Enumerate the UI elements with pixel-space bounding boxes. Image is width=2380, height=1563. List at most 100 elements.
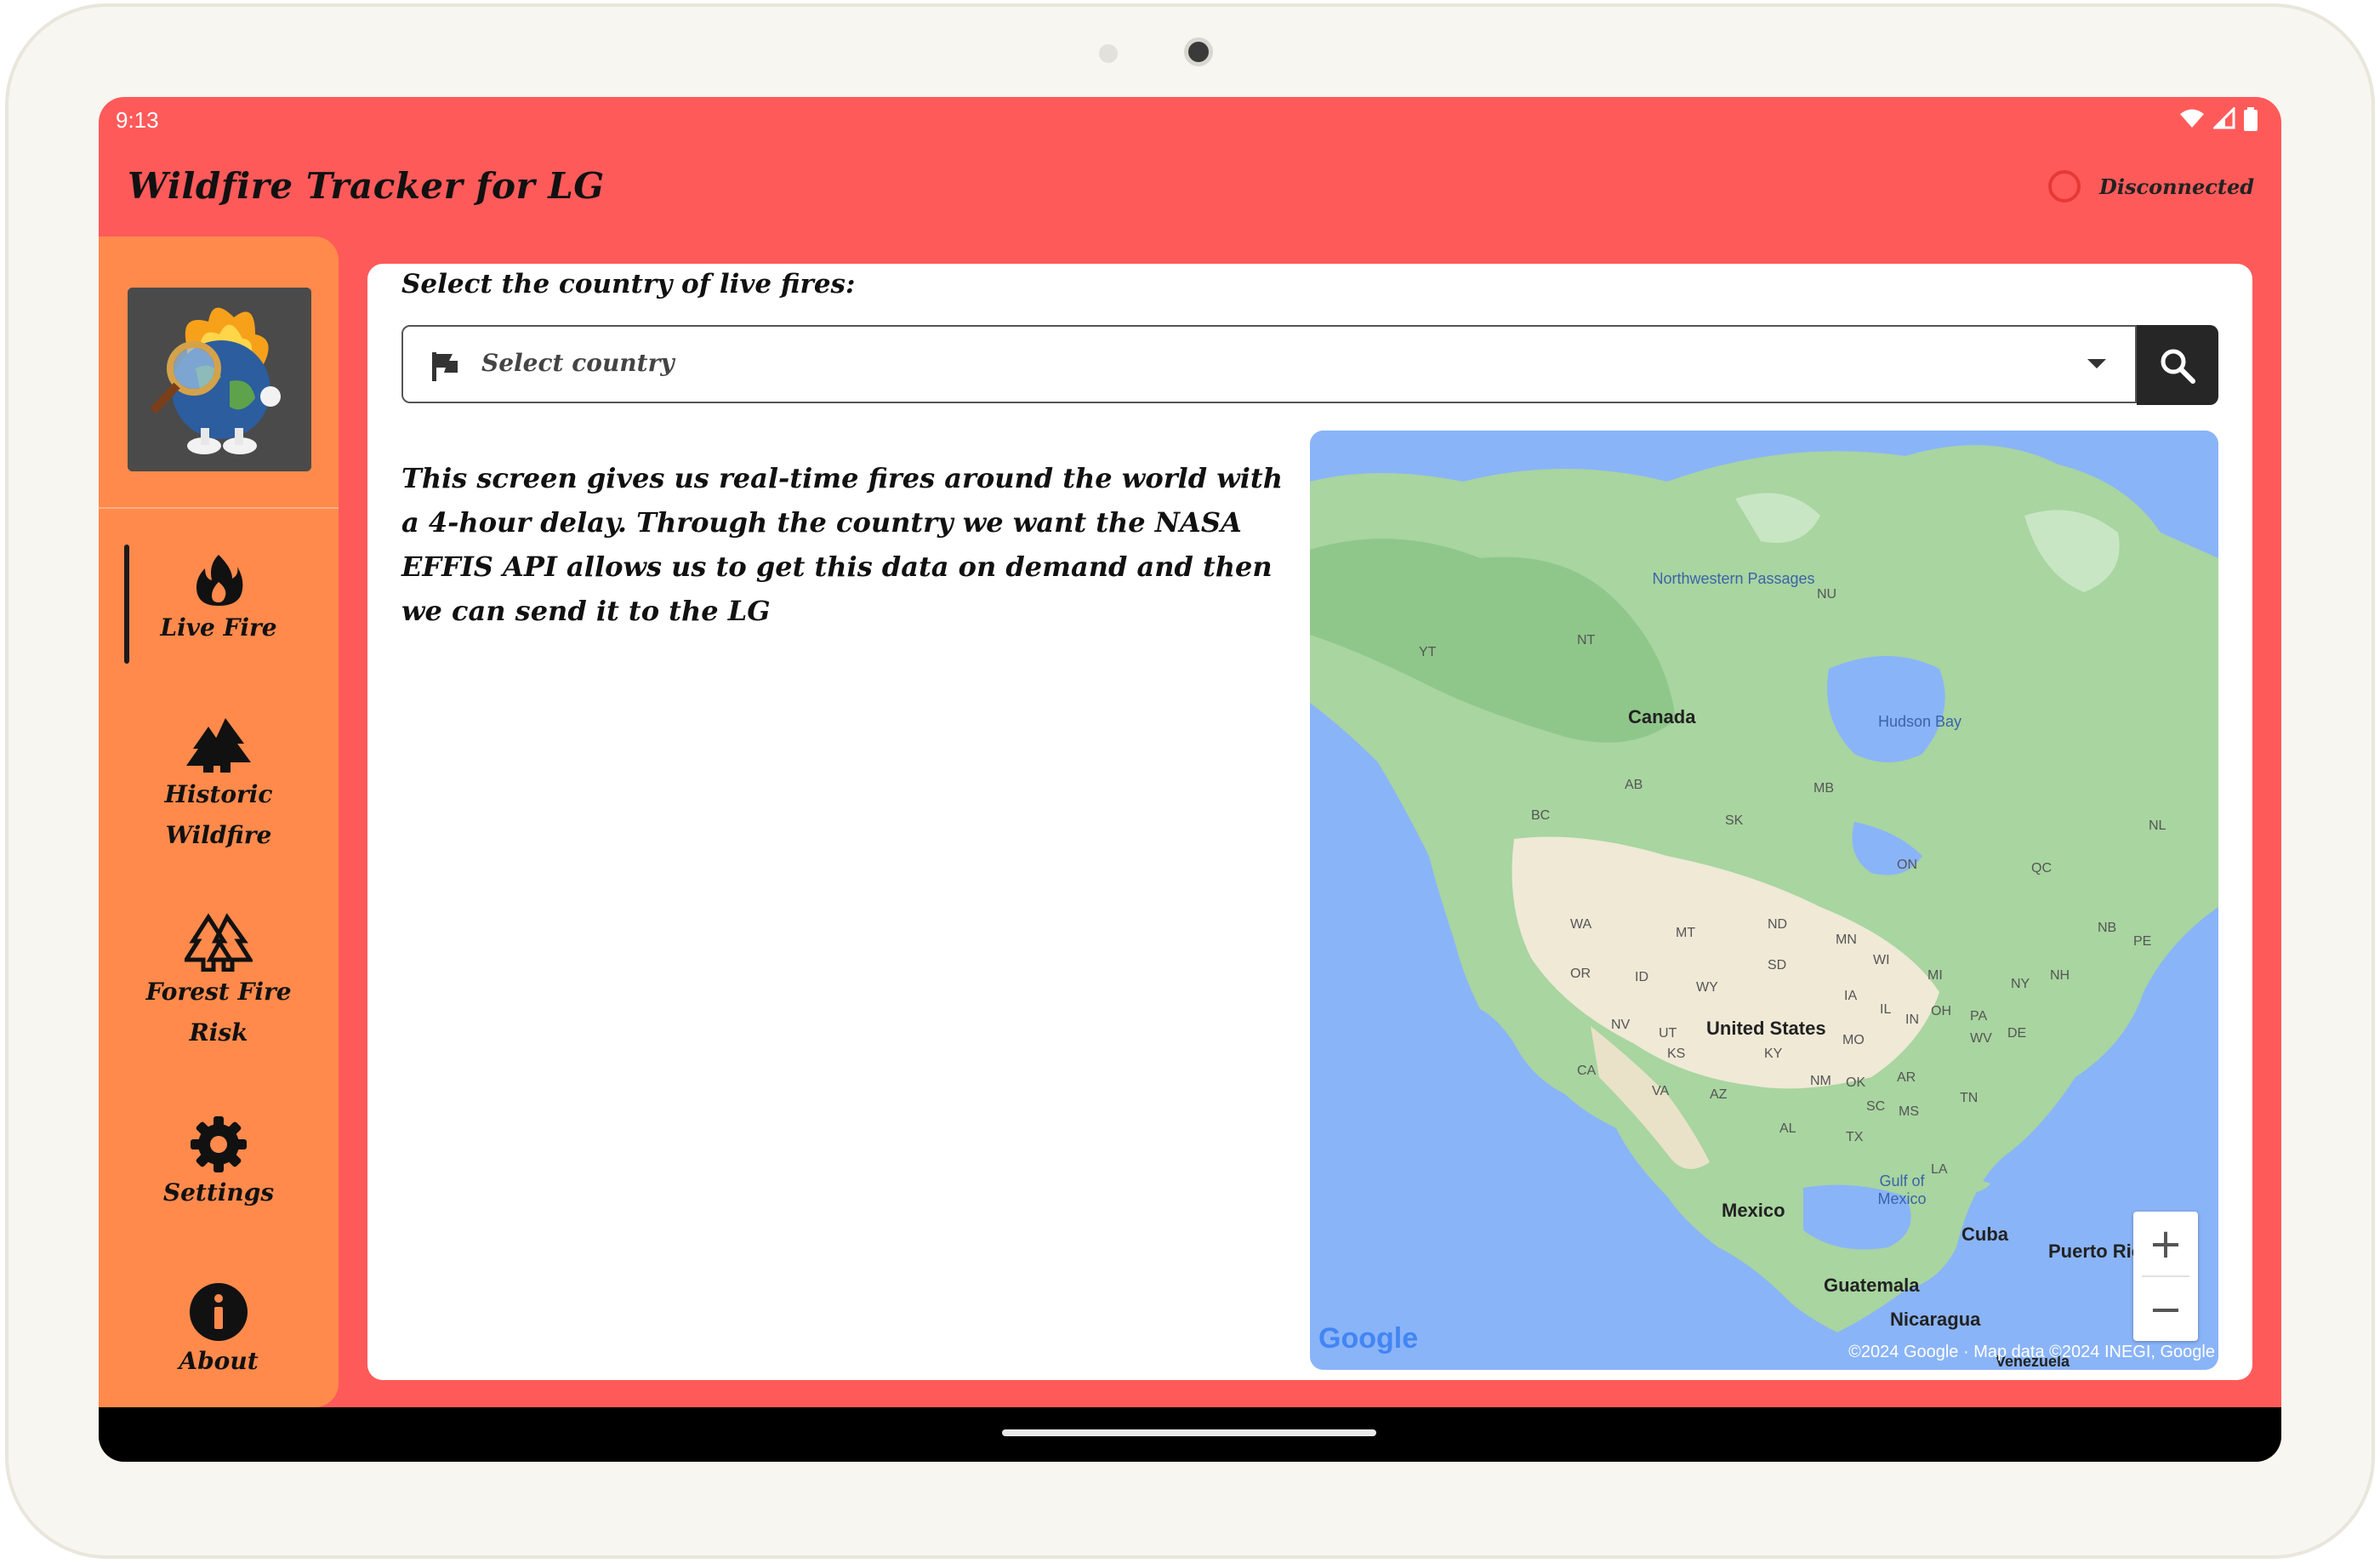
map-label-country: Guatemala [1824,1275,1920,1296]
map-label-region: SD [1768,958,1787,973]
map-label-region: CA [1577,1064,1597,1078]
map-label-region: AL [1779,1121,1796,1136]
map-label-country: Nicaragua [1890,1309,1981,1330]
nav-label-about: About [179,1347,259,1375]
map-label-water: Northwestern Passages [1652,570,1815,587]
map-label-region: WV [1970,1031,1992,1046]
forest-icon [186,718,251,773]
active-indicator [124,545,129,664]
chevron-down-icon [2087,359,2106,368]
map-label-region: NT [1577,633,1596,647]
map-label-country: Canada [1628,706,1696,727]
map-label-region: IN [1905,1013,1919,1027]
map-label-region: OK [1846,1075,1866,1090]
status-icons [2179,107,2258,131]
zoom-out-button[interactable]: − [2133,1277,2198,1341]
map-label-region: YT [1419,645,1437,659]
search-button[interactable] [2137,325,2218,405]
connection-indicator-icon [2048,170,2081,203]
map-label-region: MO [1842,1033,1865,1047]
app-title: Wildfire Tracker for LG [128,165,605,207]
map-label-water: Gulf of Mexico [1877,1172,1927,1207]
map-label-region: MT [1676,926,1696,940]
country-dropdown[interactable]: Select country [401,325,2137,403]
map-label-region: AB [1625,778,1643,792]
main-content: Select the country of live fires: Select… [367,264,2252,1380]
gear-icon [191,1116,247,1172]
country-select-label: Select the country of live fires: [401,269,856,299]
info-icon [190,1283,248,1341]
map-label-region: AR [1897,1070,1916,1085]
map-label-region: SC [1866,1099,1886,1114]
map-label-region: UT [1659,1026,1677,1041]
map-label-region: MS [1899,1104,1919,1119]
map-label-region: IA [1844,989,1858,1003]
map-label-region: NM [1810,1074,1831,1088]
map-label-region: WY [1696,980,1718,995]
map-label-region: NB [2098,921,2117,935]
sidebar: Live Fire Historic Wildfire Forest Fire … [99,237,339,1407]
map-label-region: NY [2011,977,2030,991]
map-label-region: MI [1927,968,1943,983]
map-label-region: WA [1570,917,1592,932]
map-label-region: ON [1897,858,1917,872]
map-zoom-controls: + − [2133,1212,2198,1341]
wifi-icon [2180,109,2204,128]
map-label-region: NH [2050,968,2070,983]
status-time: 9:13 [116,107,159,133]
map-label-region: IL [1880,1002,1892,1017]
map-label-region: WI [1873,953,1890,967]
map-label-region: PE [2133,934,2152,949]
map-label-region: MN [1836,933,1857,947]
map-label-region: ID [1635,970,1648,984]
connection-status-label: Disconnected [2099,174,2254,199]
map-label-region: BC [1531,808,1551,823]
map-label-region: TX [1846,1130,1864,1144]
cell-signal-icon [2213,107,2235,129]
map-label-region: KS [1667,1047,1686,1061]
light-sensor [1099,44,1118,63]
google-logo: Google [1318,1322,1418,1355]
map-label-region: TN [1960,1091,1979,1105]
map-label-region: QC [2031,861,2052,876]
search-icon [2161,349,2195,384]
map-label-region: OH [1931,1004,1951,1018]
connection-status[interactable]: Disconnected [2048,170,2254,203]
nav-item-about[interactable]: About [99,1283,339,1382]
nav-label-live-fire: Live Fire [160,613,277,642]
screen-description: This screen gives us real-time fires aro… [401,462,1283,627]
map-label-country: United States [1706,1018,1826,1039]
system-nav-bar [99,1407,2281,1462]
nav-item-settings[interactable]: Settings [99,1116,339,1213]
google-logo-text: Google [1318,1322,1419,1355]
front-camera [1184,37,1213,66]
map-label-region: ND [1768,917,1788,932]
map-label-region: VA [1652,1084,1670,1098]
map-label-region: NL [2149,819,2166,833]
nav-item-live-fire[interactable]: Live Fire [99,545,339,664]
nav-label-forest-fire-risk: Forest Fire Risk [145,978,292,1047]
map-label-region: AZ [1710,1087,1728,1102]
map-label-region: DE [2007,1026,2027,1041]
map-label-region: SK [1725,813,1744,828]
status-bar: 9:13 [99,97,2281,145]
map-label-region: OR [1570,967,1591,981]
flag-icon [432,352,458,381]
nav-item-forest-fire-risk[interactable]: Forest Fire Risk [99,912,339,1053]
zoom-in-button[interactable]: + [2133,1212,2198,1275]
map-label-country: Mexico [1722,1200,1785,1221]
nav-item-historic-wildfire[interactable]: Historic Wildfire [99,715,339,856]
map-label-region: PA [1970,1009,1988,1024]
map-attribution[interactable]: ©2024 Google · Map data ©2024 INEGI, Goo… [1848,1343,2215,1362]
map-label-region: NV [1611,1018,1631,1032]
map-label-region: KY [1764,1047,1783,1061]
forest-outline-icon [185,913,253,972]
sidebar-divider [99,507,339,509]
battery-icon [2244,107,2258,131]
map-label-water: Hudson Bay [1878,713,1962,730]
nav-label-historic-wildfire: Historic Wildfire [164,780,273,849]
home-gesture-handle[interactable] [1002,1429,1376,1436]
map-label-region: LA [1931,1162,1948,1177]
map-label-region: NU [1817,587,1837,602]
map-view[interactable]: Northwestern Passages Canada Hudson Bay … [1310,431,2218,1370]
